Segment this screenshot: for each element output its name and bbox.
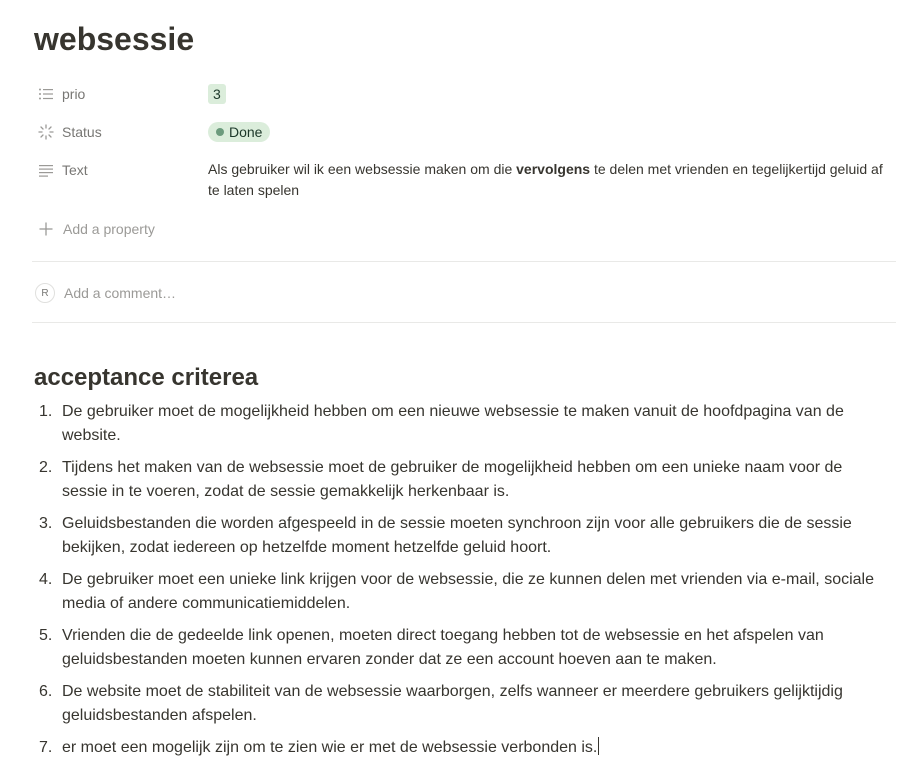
list-number: 4.: [39, 571, 53, 588]
property-value-prio[interactable]: 3: [208, 77, 226, 111]
text-value-part: Als gebruiker wil ik een websessie maken…: [208, 161, 517, 177]
status-dot-icon: [216, 128, 224, 136]
avatar: R: [35, 283, 55, 303]
list-number: 1.: [39, 403, 53, 420]
add-property-button[interactable]: Add a property: [34, 214, 155, 244]
property-row-text: Text Als gebruiker wil ik een websessie …: [34, 153, 896, 201]
property-name-prio[interactable]: prio: [34, 77, 208, 111]
section-heading[interactable]: acceptance criterea: [34, 362, 258, 394]
list-number: 7.: [39, 739, 53, 756]
property-row-status: Status Done: [34, 115, 896, 149]
property-row-prio: prio 3: [34, 77, 896, 111]
list-number: 3.: [39, 515, 53, 532]
list-number: 6.: [39, 683, 53, 700]
status-spinner-icon: [36, 122, 56, 142]
list-number: 5.: [39, 627, 53, 644]
criteria-list: 1. De gebruiker moet de mogelijkheid hebb…: [34, 400, 896, 768]
list-number: 2.: [39, 459, 53, 476]
prio-tag: 3: [208, 84, 226, 104]
property-label: prio: [62, 86, 86, 102]
text-value-bold: vervolgens: [516, 161, 591, 177]
list-item-text: Geluidsbestanden die worden afgespeeld i…: [62, 515, 852, 556]
property-name-status[interactable]: Status: [34, 115, 208, 149]
add-property-label: Add a property: [63, 221, 155, 237]
list-item[interactable]: 1. De gebruiker moet de mogelijkheid hebb…: [34, 400, 896, 448]
status-label: Done: [229, 124, 263, 140]
divider: [32, 322, 896, 323]
list-item[interactable]: 6. De website moet de stabiliteit van de …: [34, 680, 896, 728]
list-item-text: De website moet de stabiliteit van de we…: [62, 683, 843, 724]
list-item[interactable]: 7. er moet een mogelijk zijn om te zien w…: [34, 736, 896, 760]
text-lines-icon: [36, 160, 56, 180]
list-icon: [36, 84, 56, 104]
plus-icon: [36, 219, 56, 239]
list-item[interactable]: 5. Vrienden die de gedeelde link openen, …: [34, 624, 896, 672]
property-value-text[interactable]: Als gebruiker wil ik een websessie maken…: [208, 153, 896, 201]
comment-input[interactable]: R Add a comment…: [34, 280, 176, 306]
comment-placeholder: Add a comment…: [64, 285, 177, 301]
list-item-text: Vrienden die de gedeelde link openen, mo…: [62, 627, 824, 668]
status-tag: Done: [208, 122, 271, 142]
list-item-text: Tijdens het maken van de websessie moet …: [62, 459, 843, 500]
list-item-text: De gebruiker moet een unieke link krijge…: [62, 571, 874, 612]
property-label: Text: [62, 162, 88, 178]
page-title[interactable]: websessie: [34, 18, 194, 60]
list-item[interactable]: 3. Geluidsbestanden die worden afgespeeld…: [34, 512, 896, 560]
divider: [32, 261, 896, 262]
property-value-status[interactable]: Done: [208, 115, 271, 149]
list-item-text-content: er moet een mogelijk zijn om te zien wie…: [62, 739, 598, 756]
list-item[interactable]: 4. De gebruiker moet een unieke link krij…: [34, 568, 896, 616]
text-cursor: [598, 737, 600, 755]
list-item[interactable]: 2. Tijdens het maken van de websessie moe…: [34, 456, 896, 504]
property-label: Status: [62, 124, 102, 140]
list-item-text: De gebruiker moet de mogelijkheid hebben…: [62, 403, 844, 444]
property-name-text[interactable]: Text: [34, 153, 208, 187]
list-item-text: er moet een mogelijk zijn om te zien wie…: [62, 736, 896, 760]
